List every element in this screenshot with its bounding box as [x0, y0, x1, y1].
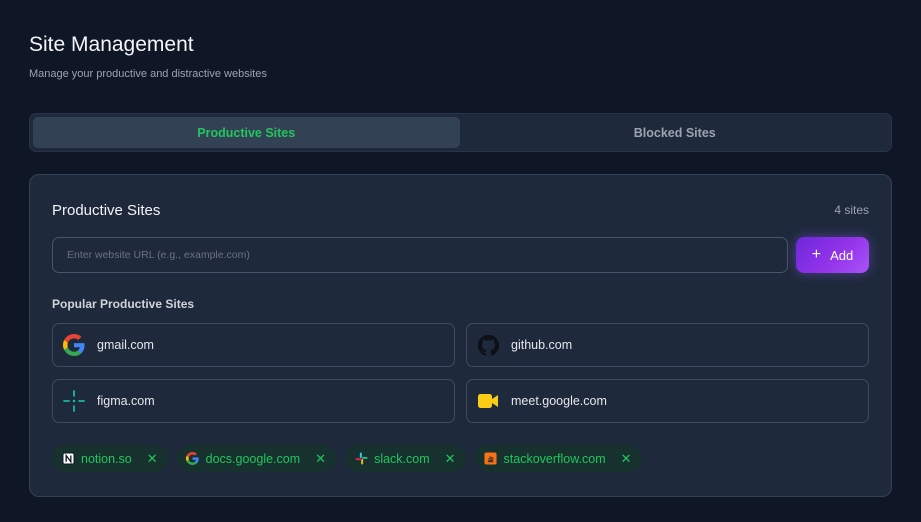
add-button-label: Add — [830, 247, 854, 263]
popular-site-label: github.com — [511, 338, 573, 352]
added-sites-list: notion.so ✕ docs.google.com ✕ slack.com … — [52, 445, 869, 472]
remove-icon[interactable]: ✕ — [315, 452, 326, 465]
stackoverflow-icon — [484, 452, 498, 466]
site-chip-notion: notion.so ✕ — [52, 445, 168, 472]
popular-sites-label: Popular Productive Sites — [52, 297, 195, 311]
page-subtitle: Manage your productive and distractive w… — [29, 68, 267, 80]
site-chip-docs-google: docs.google.com ✕ — [176, 445, 337, 472]
popular-site-github[interactable]: github.com — [466, 323, 869, 367]
popular-site-figma[interactable]: figma.com — [52, 379, 455, 423]
site-chip-slack: slack.com ✕ — [345, 445, 466, 472]
popular-sites-grid: gmail.com github.com figma.com meet.goog… — [52, 323, 869, 423]
add-button[interactable]: + Add — [796, 237, 869, 273]
popular-site-gmail[interactable]: gmail.com — [52, 323, 455, 367]
site-chip-stackoverflow: stackoverflow.com ✕ — [474, 445, 642, 472]
site-chip-label: stackoverflow.com — [503, 451, 606, 466]
plus-icon: + — [811, 246, 822, 263]
google-meet-icon — [477, 390, 499, 412]
remove-icon[interactable]: ✕ — [147, 452, 158, 465]
site-count: 4 sites — [834, 203, 869, 217]
site-chip-label: docs.google.com — [205, 451, 301, 466]
website-url-input[interactable] — [52, 237, 788, 273]
add-site-row: + Add — [52, 237, 869, 273]
card-title: Productive Sites — [52, 201, 161, 219]
card-header: Productive Sites 4 sites — [52, 201, 869, 219]
site-chip-label: slack.com — [374, 451, 430, 466]
slack-icon — [354, 452, 368, 466]
google-icon — [186, 452, 200, 466]
tab-blocked-sites[interactable]: Blocked Sites — [462, 117, 889, 148]
remove-icon[interactable]: ✕ — [621, 452, 632, 465]
remove-icon[interactable]: ✕ — [445, 452, 456, 465]
site-tabs: Productive Sites Blocked Sites — [29, 113, 892, 152]
popular-site-label: figma.com — [97, 394, 155, 408]
github-icon — [477, 334, 499, 356]
site-management-page: Site Management Manage your productive a… — [0, 0, 921, 522]
site-chip-label: notion.so — [81, 451, 132, 466]
popular-site-meet[interactable]: meet.google.com — [466, 379, 869, 423]
page-title: Site Management — [29, 33, 194, 56]
notion-icon — [61, 452, 75, 466]
productive-sites-card: Productive Sites 4 sites + Add Popular P… — [29, 174, 892, 497]
google-icon — [63, 334, 85, 356]
popular-site-label: meet.google.com — [511, 394, 607, 408]
figma-icon — [63, 390, 85, 412]
popular-site-label: gmail.com — [97, 338, 154, 352]
tab-productive-sites[interactable]: Productive Sites — [33, 117, 460, 148]
